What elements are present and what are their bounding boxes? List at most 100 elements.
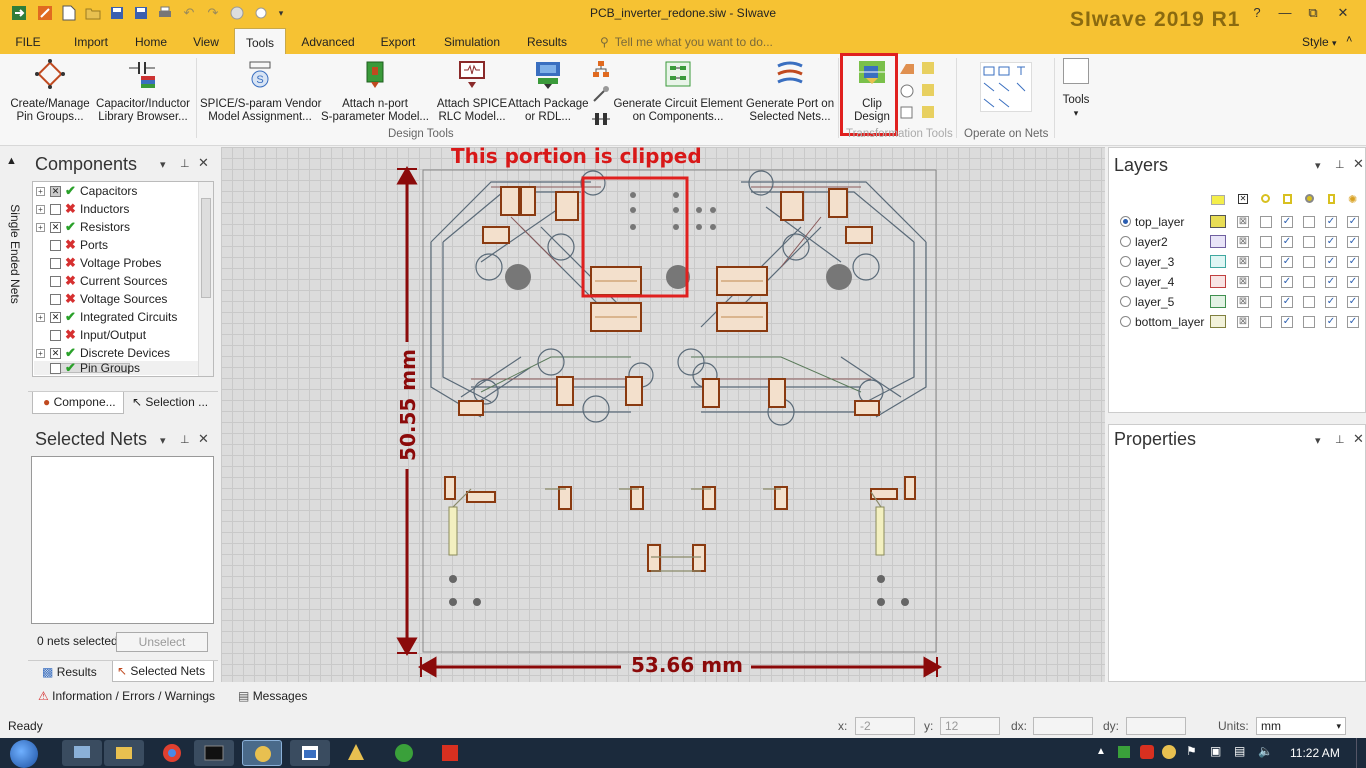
tab-advanced[interactable]: Advanced (294, 28, 362, 54)
pcb-layout-canvas[interactable]: This portion is clipped 50.55 mm 53.66 m… (221, 144, 1105, 682)
layer-row[interactable]: top_layer ⊠ ✓ ✓ ✓ (1120, 213, 1365, 231)
tree-item-capacitors[interactable]: + ✕ ✔ Capacitors (36, 182, 206, 200)
checkbox[interactable] (50, 293, 61, 305)
layer-check[interactable]: ✓ (1325, 276, 1337, 288)
taskbar-ansys-icon[interactable] (336, 740, 376, 766)
layer-radio[interactable] (1120, 256, 1131, 267)
layer-color-swatch[interactable] (1210, 255, 1226, 268)
expand-icon[interactable]: + (36, 312, 45, 322)
layer-row[interactable]: layer_5 ⊠ ✓ ✓ ✓ (1120, 293, 1365, 311)
expand-icon[interactable]: + (36, 186, 45, 196)
unselect-button[interactable]: Unselect (116, 632, 208, 652)
layer-toggle[interactable] (1260, 316, 1272, 328)
layer-x-toggle[interactable]: ⊠ (1237, 296, 1249, 308)
taskbar-siwave-icon[interactable] (242, 740, 282, 766)
tray-volume-icon[interactable]: 🔈 (1258, 744, 1273, 758)
show-desktop-button[interactable] (1356, 738, 1366, 768)
checkbox[interactable] (50, 257, 61, 269)
tree-item-input-output[interactable]: ✖ Input/Output (36, 326, 206, 344)
tab-info-errors-warnings[interactable]: ⚠ Information / Errors / Warnings (38, 689, 215, 703)
layer-toggle[interactable] (1260, 236, 1272, 248)
help-button[interactable]: ? (1244, 2, 1270, 24)
tree-item-current-sources[interactable]: ✖ Current Sources (36, 272, 206, 290)
layer-check[interactable]: ✓ (1325, 296, 1337, 308)
circle-tool-icon[interactable] (898, 82, 916, 100)
layer-x-toggle[interactable]: ⊠ (1237, 216, 1249, 228)
layer-toggle[interactable] (1303, 236, 1315, 248)
layer-toggle[interactable] (1260, 256, 1272, 268)
tell-me-search[interactable]: ⚲ Tell me what you want to do... (600, 28, 773, 54)
tab-results-panel[interactable]: ▩ Results (36, 662, 108, 682)
layer-toggle[interactable] (1303, 296, 1315, 308)
merge-tool-icon[interactable] (920, 82, 938, 100)
tray-network-icon[interactable]: ▤ (1234, 744, 1245, 758)
tab-view[interactable]: View (184, 28, 228, 54)
attach-spice-rlc-button[interactable]: Attach SPICE RLC Model... (436, 58, 508, 128)
pin-icon[interactable]: ▲ (6, 155, 20, 169)
layer-check[interactable]: ✓ (1325, 216, 1337, 228)
layer-color-swatch[interactable] (1210, 295, 1226, 308)
tab-home[interactable]: Home (126, 28, 176, 54)
library-browser-button[interactable]: Capacitor/Inductor Library Browser... (94, 58, 192, 128)
taskbar-green-app-icon[interactable] (384, 740, 424, 766)
shape-tool-icon[interactable] (898, 60, 916, 78)
checkbox[interactable] (50, 239, 61, 251)
taskbar-clock[interactable]: 11:22 AM (1290, 746, 1340, 760)
panel-pin-icon[interactable]: ⊥ (1335, 433, 1345, 446)
tree-item-inductors[interactable]: + ✖ Inductors (36, 200, 206, 218)
collapse-ribbon-icon[interactable]: ˄ (1346, 34, 1352, 46)
panel-close-icon[interactable]: ✕ (198, 155, 209, 171)
layer-x-toggle[interactable]: ⊠ (1237, 236, 1249, 248)
panel-close-icon[interactable]: ✕ (1353, 431, 1364, 447)
tree-item-ports[interactable]: ✖ Ports (36, 236, 206, 254)
layer-check[interactable]: ✓ (1281, 256, 1293, 268)
layer-check[interactable]: ✓ (1281, 236, 1293, 248)
taskbar-cmd-icon[interactable] (194, 740, 234, 766)
tab-tools[interactable]: Tools (234, 28, 286, 54)
panel-close-icon[interactable]: ✕ (1353, 156, 1364, 172)
probe-tool-icon[interactable] (592, 85, 610, 103)
tray-flag-icon[interactable]: ⚑ (1186, 744, 1197, 758)
tray-expand-icon[interactable]: ▲ (1096, 746, 1106, 757)
layer-check[interactable]: ✓ (1347, 276, 1359, 288)
layer-radio[interactable] (1120, 216, 1131, 227)
restore-button[interactable]: ⧉ (1300, 2, 1326, 24)
layer-toggle[interactable] (1303, 216, 1315, 228)
tab-file[interactable]: FILE (8, 28, 48, 54)
generate-circuit-element-button[interactable]: Generate Circuit Element on Components..… (612, 58, 744, 128)
checkbox[interactable]: ✕ (50, 221, 61, 233)
layer-check[interactable]: ✓ (1347, 316, 1359, 328)
layer-radio[interactable] (1120, 236, 1131, 247)
tab-simulation[interactable]: Simulation (436, 28, 508, 54)
layer-check[interactable]: ✓ (1325, 236, 1337, 248)
layer-check[interactable]: ✓ (1325, 316, 1337, 328)
tree-item-voltage-probes[interactable]: ✖ Voltage Probes (36, 254, 206, 272)
layer-color-swatch[interactable] (1210, 275, 1226, 288)
layer-stack-icon[interactable] (920, 60, 938, 78)
layer-color-swatch[interactable] (1210, 215, 1226, 228)
panel-pin-icon[interactable]: ⊥ (1335, 158, 1345, 171)
attach-package-button[interactable]: Attach Package or RDL... (508, 58, 589, 128)
checkbox[interactable] (50, 329, 61, 341)
selected-nets-list[interactable] (31, 456, 214, 624)
checkbox[interactable] (50, 275, 61, 287)
units-select[interactable]: mm ▾ (1256, 717, 1346, 735)
layer-row[interactable]: layer_4 ⊠ ✓ ✓ ✓ (1120, 273, 1365, 291)
layer-toggle[interactable] (1303, 276, 1315, 288)
style-menu[interactable]: Style ▾ (1302, 28, 1337, 54)
layer-check[interactable]: ✓ (1347, 296, 1359, 308)
rotate-tool-icon[interactable] (898, 104, 916, 122)
layer-check[interactable]: ✓ (1281, 296, 1293, 308)
panel-menu-icon[interactable]: ▾ (160, 158, 166, 171)
expand-icon[interactable]: + (36, 222, 45, 232)
panel-menu-icon[interactable]: ▾ (1315, 434, 1321, 447)
checkbox[interactable]: ✕ (50, 311, 61, 323)
tab-selected-nets[interactable]: ↖ Selected Nets (112, 661, 214, 682)
layer-check[interactable]: ✓ (1325, 256, 1337, 268)
net-operations-gallery[interactable] (980, 62, 1032, 112)
minimize-button[interactable]: — (1272, 2, 1298, 24)
layer-check[interactable]: ✓ (1347, 216, 1359, 228)
layer-check[interactable]: ✓ (1281, 216, 1293, 228)
start-button-icon[interactable] (10, 740, 38, 768)
align-tool-icon[interactable] (920, 104, 938, 122)
